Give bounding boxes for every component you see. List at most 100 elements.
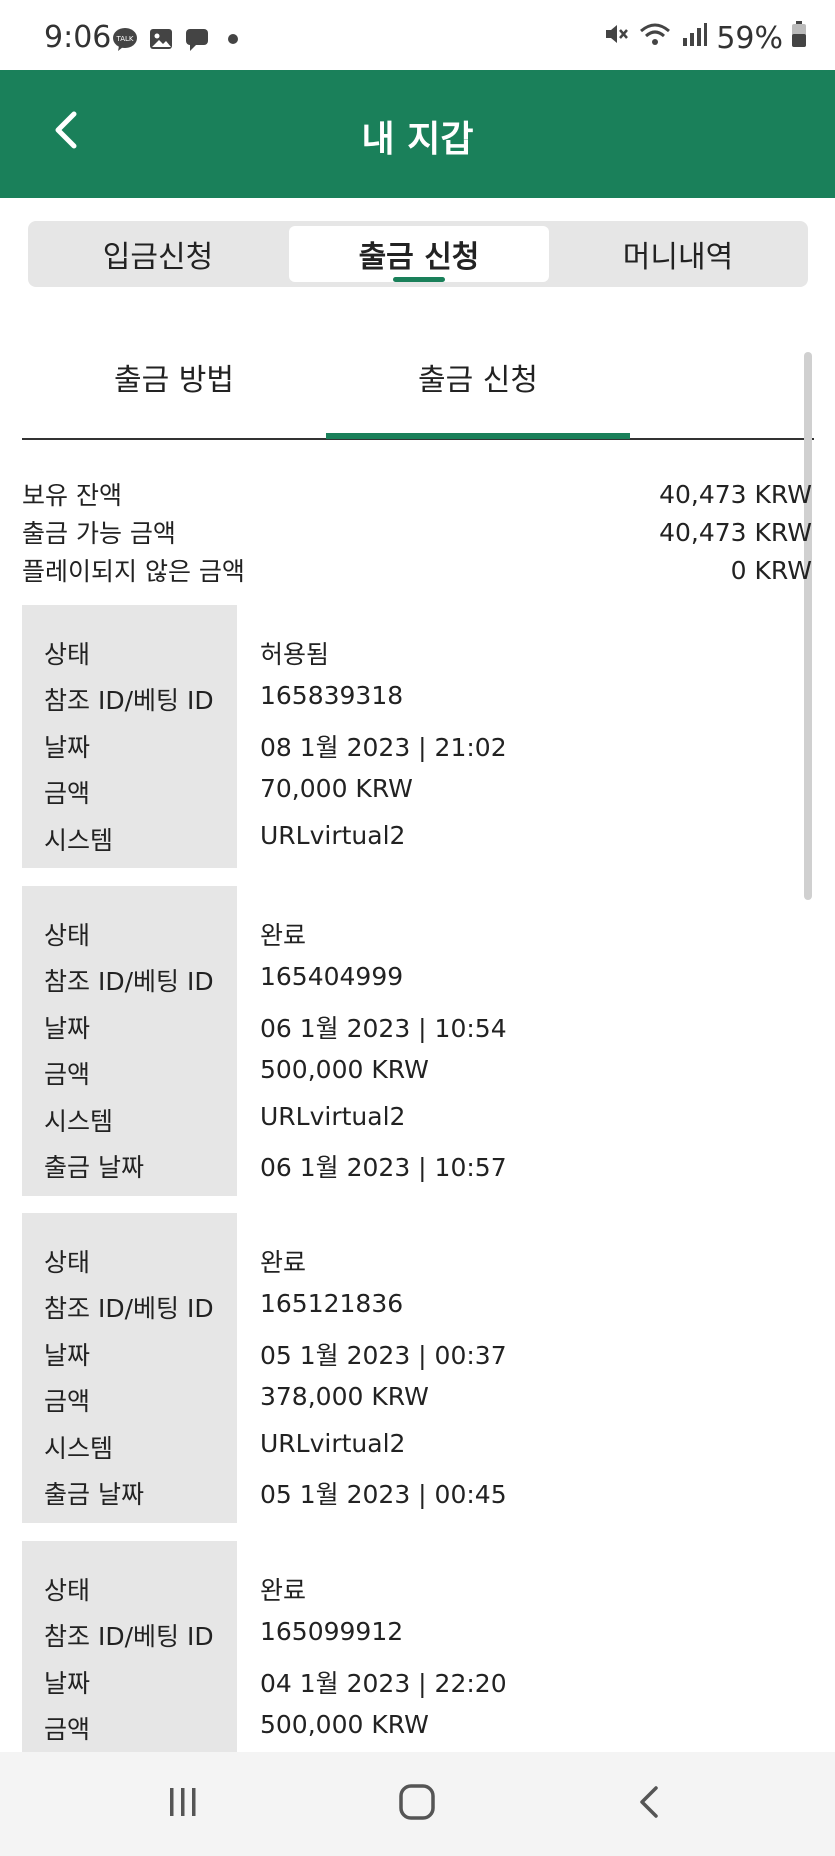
record-value: 완료 [260,1248,307,1277]
record-row: 금액 500,000 KRW [22,1047,812,1093]
record-value: 378,000 KRW [260,1382,429,1411]
record-row: 상태 완료 [22,908,812,954]
record-row: 금액 500,000 KRW [22,1702,812,1748]
record-row: 시스템 URLvirtual2 [22,1421,812,1467]
record-label: 금액 [44,1387,91,1416]
withdraw-record: 상태 완료 참조 ID/베팅 ID 165121836 날짜 05 1월 2023 |… [22,1213,812,1523]
record-row: 시스템 URLvirtual2 [22,813,812,859]
record-label: 날짜 [44,1669,91,1698]
record-value: 06 1월 2023 | 10:57 [260,1153,507,1182]
record-value: 04 1월 2023 | 22:20 [260,1669,507,1698]
svg-text:TALK: TALK [115,35,133,43]
wifi-icon [638,20,672,56]
status-system-icons: 59% [602,20,807,56]
record-row: 금액 70,000 KRW [22,766,812,812]
tab-withdraw[interactable]: 출금 신청 [289,226,549,282]
record-value: 05 1월 2023 | 00:45 [260,1480,507,1509]
tab-active-indicator [393,277,445,282]
gallery-icon [148,26,174,52]
record-value: 06 1월 2023 | 10:54 [260,1014,507,1043]
record-label: 금액 [44,1715,91,1744]
subtab-withdraw-method[interactable]: 출금 방법 [22,340,326,438]
record-label: 상태 [44,921,91,950]
record-row: 참조 ID/베팅 ID 165404999 [22,954,812,1000]
record-label: 날짜 [44,1014,91,1043]
tab-deposit-label: 입금신청 [102,240,214,275]
record-row: 시스템 URLvirtual2 [22,1094,812,1140]
tab-withdraw-label: 출금 신청 [358,240,480,275]
withdraw-subtabs: 출금 방법 출금 신청 [22,340,814,440]
record-value: URLvirtual2 [260,1102,406,1131]
app-header: 내 지갑 [0,70,835,198]
record-row: 참조 ID/베팅 ID 165099912 [22,1609,812,1655]
record-row: 상태 완료 [22,1235,812,1281]
record-row: 날짜 04 1월 2023 | 22:20 [22,1656,812,1702]
tab-money-history[interactable]: 머니내역 [548,226,808,282]
withdraw-record: 상태 완료 참조 ID/베팅 ID 165404999 날짜 06 1월 2023 |… [22,886,812,1196]
record-row: 날짜 06 1월 2023 | 10:54 [22,1001,812,1047]
summary-unplayed: 플레이되지 않은 금액 0 KRW [22,551,812,589]
record-value: 05 1월 2023 | 00:37 [260,1341,507,1370]
record-label: 출금 날짜 [44,1153,144,1182]
subtab-withdraw-method-label: 출금 방법 [114,363,234,398]
status-bar: 9:06 TALK 59% [0,0,835,70]
record-value: 70,000 KRW [260,774,413,803]
recent-apps-icon [163,1782,203,1826]
record-row: 상태 완료 [22,1563,812,1609]
record-label: 참조 ID/베팅 ID [44,967,214,996]
summary-balance: 보유 잔액 40,473 KRW [22,475,812,513]
summary-label: 출금 가능 금액 [22,519,176,548]
summary-value: 40,473 KRW [659,479,812,509]
summary-label: 보유 잔액 [22,481,122,510]
withdraw-record: 상태 허용됨 참조 ID/베팅 ID 165839318 날짜 08 1월 2023 … [22,605,812,868]
subtab-withdraw-request-label: 출금 신청 [418,363,538,398]
system-nav-bar [0,1752,835,1856]
record-value: 500,000 KRW [260,1055,429,1084]
record-value: 165404999 [260,962,404,991]
page-title: 내 지갑 [361,119,474,160]
record-label: 참조 ID/베팅 ID [44,1294,214,1323]
record-value: 08 1월 2023 | 21:02 [260,733,507,762]
record-row: 참조 ID/베팅 ID 165839318 [22,673,812,719]
summary-value: 0 KRW [730,555,812,585]
record-value: 500,000 KRW [260,1710,429,1739]
record-label: 출금 날짜 [44,1480,144,1509]
home-button[interactable] [377,1774,457,1834]
talk-icon: TALK [112,26,138,52]
record-row: 출금 날짜 05 1월 2023 | 00:45 [22,1467,812,1513]
summary-value: 40,473 KRW [659,517,812,547]
tab-money-history-label: 머니내역 [622,240,734,275]
record-row: 금액 378,000 KRW [22,1374,812,1420]
subtab-withdraw-request[interactable]: 출금 신청 [326,340,630,439]
record-label: 날짜 [44,733,91,762]
back-icon [630,1782,670,1826]
record-label: 참조 ID/베팅 ID [44,686,214,715]
record-value: 165121836 [260,1289,404,1318]
record-label: 날짜 [44,1341,91,1370]
signal-icon [680,20,708,56]
record-value: 완료 [260,921,307,950]
record-value: 165839318 [260,681,404,710]
recent-apps-button[interactable] [143,1774,223,1834]
status-notification-icons: TALK [112,26,246,52]
record-value: 완료 [260,1576,307,1605]
tab-deposit[interactable]: 입금신청 [28,226,288,282]
record-row: 출금 날짜 06 1월 2023 | 10:57 [22,1140,812,1186]
record-label: 상태 [44,1576,91,1605]
record-row: 날짜 08 1월 2023 | 21:02 [22,720,812,766]
dot-icon [220,26,246,52]
record-row: 참조 ID/베팅 ID 165121836 [22,1281,812,1327]
message-icon [184,26,210,52]
subtab-active-indicator [326,433,630,439]
battery-icon [791,20,807,56]
record-label: 시스템 [44,826,114,855]
summary-withdrawable: 출금 가능 금액 40,473 KRW [22,513,812,551]
record-value: 165099912 [260,1617,404,1646]
record-label: 상태 [44,1248,91,1277]
nav-back-button[interactable] [610,1774,690,1834]
summary-label: 플레이되지 않은 금액 [22,557,245,586]
battery-text: 59% [716,20,783,56]
record-row: 날짜 05 1월 2023 | 00:37 [22,1328,812,1374]
record-label: 시스템 [44,1107,114,1136]
record-label: 참조 ID/베팅 ID [44,1622,214,1651]
